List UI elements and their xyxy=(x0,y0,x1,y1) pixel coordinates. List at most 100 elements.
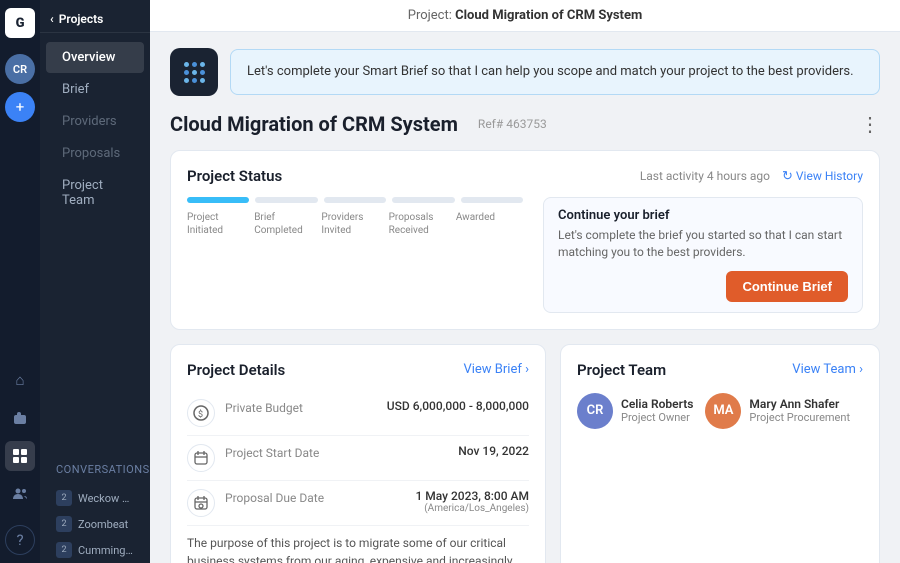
prog-label-4: Awarded xyxy=(456,211,523,237)
progress-labels: ProjectInitiated BriefCompleted Provider… xyxy=(187,211,523,237)
two-col-section: Project Details View Brief › $ Private B… xyxy=(170,344,880,563)
view-team-link[interactable]: View Team › xyxy=(792,362,863,377)
content-area: Let's complete your Smart Brief so that … xyxy=(150,32,900,563)
team-title: Project Team xyxy=(577,361,666,379)
prog-label-0: ProjectInitiated xyxy=(187,211,254,237)
conv-label-1: Zoombeat xyxy=(78,518,128,531)
status-title: Project Status xyxy=(187,167,282,185)
ref-badge: Ref# 463753 xyxy=(470,115,555,133)
project-banner: Let's complete your Smart Brief so that … xyxy=(230,49,880,95)
progress-bar xyxy=(187,197,523,203)
prog-label-2: ProvidersInvited xyxy=(321,211,388,237)
detail-header: Project Details View Brief › xyxy=(187,361,529,379)
start-value: Nov 19, 2022 xyxy=(458,444,529,458)
conversations-label: Conversations xyxy=(56,463,150,476)
sidebar-project-back[interactable]: ‹ Projects xyxy=(40,0,150,33)
project-team-card: Project Team View Team › CR Celia Robert… xyxy=(560,344,880,563)
status-body: ProjectInitiated BriefCompleted Provider… xyxy=(187,197,863,313)
more-options-button[interactable]: ⋮ xyxy=(860,112,880,136)
status-header: Project Status Last activity 4 hours ago… xyxy=(187,167,863,185)
conversations-section: Conversations + xyxy=(40,453,150,485)
project-icon-logo xyxy=(170,48,218,96)
conv-label-0: Weckow and Ze... xyxy=(78,492,134,505)
logo-icon[interactable]: G xyxy=(5,8,35,38)
topbar-title: Cloud Migration of CRM System xyxy=(455,8,642,23)
budget-value: USD 6,000,000 - 8,000,000 xyxy=(387,399,529,413)
seg-2 xyxy=(324,197,386,203)
conv-item-0[interactable]: 2 Weckow and Ze... xyxy=(40,485,150,511)
topbar-prefix: Project: xyxy=(408,8,452,23)
conv-item-2[interactable]: 2 Cummings, Schu... xyxy=(40,537,150,563)
people-icon[interactable] xyxy=(5,479,35,509)
member-role-1: Project Procurement xyxy=(749,411,850,424)
history-icon: ↻ xyxy=(782,169,793,184)
conv-icon-2: 2 xyxy=(56,542,72,558)
banner-text: Let's complete your Smart Brief so that … xyxy=(247,64,854,79)
start-label: Project Start Date xyxy=(225,444,448,460)
conv-icon-0: 2 xyxy=(56,490,72,506)
back-arrow-icon: ‹ xyxy=(50,12,54,26)
sidebar-project-label: Projects xyxy=(59,12,104,26)
left-icon-nav: G CR + ⌂ ? xyxy=(0,0,40,563)
sidebar-item-project-team[interactable]: Project Team xyxy=(46,170,144,216)
detail-row-due: Proposal Due Date 1 May 2023, 8:00 AM (A… xyxy=(187,481,529,526)
due-value: 1 May 2023, 8:00 AM (America/Los_Angeles… xyxy=(415,489,529,514)
detail-title: Project Details xyxy=(187,361,285,379)
team-member-0: CR Celia Roberts Project Owner xyxy=(577,393,693,429)
status-progress: ProjectInitiated BriefCompleted Provider… xyxy=(187,197,523,313)
detail-row-start: Project Start Date Nov 19, 2022 xyxy=(187,436,529,481)
sidebar-nav: Overview Brief Providers Proposals Proje… xyxy=(40,33,150,445)
due-date-icon xyxy=(187,489,215,517)
page-title: Cloud Migration of CRM System xyxy=(170,112,458,136)
sidebar-item-proposals[interactable]: Proposals xyxy=(46,138,144,169)
project-status-card: Project Status Last activity 4 hours ago… xyxy=(170,150,880,330)
prog-label-3: ProposalsReceived xyxy=(389,211,456,237)
continue-title: Continue your brief xyxy=(558,208,848,223)
project-description: The purpose of this project is to migrat… xyxy=(187,534,529,563)
add-button-icon[interactable]: + xyxy=(5,92,35,122)
sidebar-item-providers[interactable]: Providers xyxy=(46,106,144,137)
prog-label-1: BriefCompleted xyxy=(254,211,321,237)
member-info-mary: Mary Ann Shafer Project Procurement xyxy=(749,397,850,424)
avatar-mary: MA xyxy=(705,393,741,429)
seg-3 xyxy=(392,197,454,203)
due-label: Proposal Due Date xyxy=(225,489,405,505)
budget-icon: $ xyxy=(187,399,215,427)
question-icon[interactable]: ? xyxy=(5,525,35,555)
member-role-0: Project Owner xyxy=(621,411,693,424)
topbar: Project: Cloud Migration of CRM System xyxy=(150,0,900,32)
team-member-1: MA Mary Ann Shafer Project Procurement xyxy=(705,393,850,429)
main-content: Project: Cloud Migration of CRM System L… xyxy=(150,0,900,563)
project-icon[interactable] xyxy=(5,441,35,471)
conv-item-1[interactable]: 2 Zoombeat xyxy=(40,511,150,537)
sidebar-item-brief[interactable]: Brief xyxy=(46,74,144,105)
start-date-icon xyxy=(187,444,215,472)
seg-1 xyxy=(255,197,317,203)
team-members-list: CR Celia Roberts Project Owner MA Mary A… xyxy=(577,393,863,429)
detail-row-budget: $ Private Budget USD 6,000,000 - 8,000,0… xyxy=(187,391,529,436)
briefcase-icon[interactable] xyxy=(5,403,35,433)
user-avatar-icon[interactable]: CR xyxy=(5,54,35,84)
last-activity: Last activity 4 hours ago xyxy=(640,169,770,183)
svg-text:$: $ xyxy=(198,409,203,420)
seg-4 xyxy=(461,197,523,203)
team-header: Project Team View Team › xyxy=(577,361,863,379)
budget-label: Private Budget xyxy=(225,399,377,415)
continue-text: Let's complete the brief you started so … xyxy=(558,227,848,261)
member-name-0: Celia Roberts xyxy=(621,397,693,411)
avatar-celia: CR xyxy=(577,393,613,429)
sidebar: ‹ Projects Overview Brief Providers Prop… xyxy=(40,0,150,563)
home-icon[interactable]: ⌂ xyxy=(5,365,35,395)
conv-label-2: Cummings, Schu... xyxy=(78,544,134,557)
member-name-1: Mary Ann Shafer xyxy=(749,397,850,411)
page-header: Let's complete your Smart Brief so that … xyxy=(170,48,880,96)
view-brief-link[interactable]: View Brief › xyxy=(463,362,529,377)
seg-0 xyxy=(187,197,249,203)
conv-icon-1: 2 xyxy=(56,516,72,532)
continue-brief-section: Continue your brief Let's complete the b… xyxy=(543,197,863,313)
section-title-row: Cloud Migration of CRM System Ref# 46375… xyxy=(170,112,880,136)
member-info-celia: Celia Roberts Project Owner xyxy=(621,397,693,424)
view-history-link[interactable]: ↻ View History xyxy=(782,169,863,184)
continue-brief-button[interactable]: Continue Brief xyxy=(726,271,848,302)
sidebar-item-overview[interactable]: Overview xyxy=(46,42,144,73)
